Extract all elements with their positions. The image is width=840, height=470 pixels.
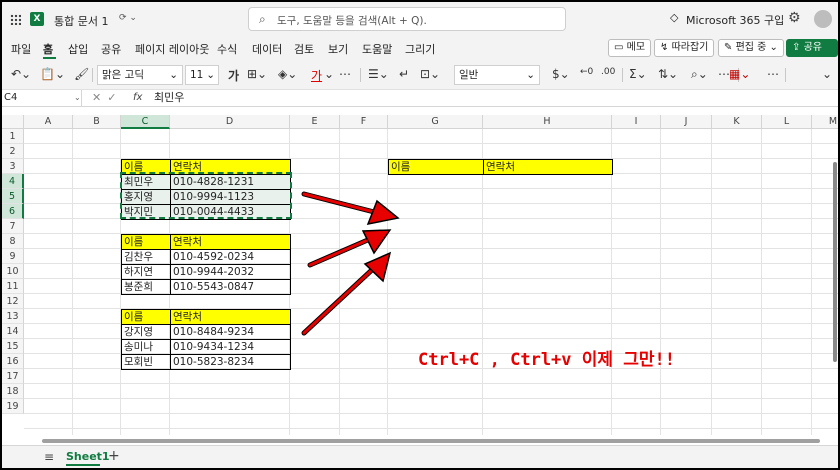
divider [92,68,93,82]
app-launcher-icon[interactable] [10,14,21,25]
tab-share[interactable]: 공유 [101,41,121,57]
tab-insert[interactable]: 삽입 [68,41,88,57]
more-options-icon[interactable]: ⋯ [767,67,779,81]
font-family-value: 맑은 고딕 [102,69,144,81]
undo-icon[interactable]: ↶⌄ [11,67,31,81]
catch-up-icon: ↯ [660,42,672,53]
share-button[interactable]: ⇪ 공유 ⌄ [786,39,838,69]
arrow-2-red [308,237,372,267]
chevron-down-icon: ⌄ [526,69,535,81]
font-color-button[interactable]: 가 [311,67,322,84]
chevron-down-icon[interactable]: ⌄ [74,90,81,106]
user-avatar[interactable] [814,10,832,28]
arrow-1-red [302,192,380,215]
divider [622,68,623,82]
pencil-icon: ✎ [724,42,736,53]
tab-draw[interactable]: 그리기 [405,41,435,57]
comments-label: 메모 [626,42,646,53]
arrowhead-1 [366,199,400,226]
settings-gear-icon[interactable]: ⚙ [788,10,801,26]
horizontal-scrollbar[interactable] [42,439,820,443]
annotation-text: Ctrl+C , Ctrl+v 이제 그만!! [418,350,676,370]
tab-formulas[interactable]: 수식 [217,41,237,57]
font-size-select[interactable]: 11 ⌄ [185,65,219,85]
tab-file[interactable]: 파일 [11,41,31,57]
chevron-down-icon: ⌄ [169,69,178,81]
currency-icon[interactable]: $⌄ [552,67,570,81]
paste-icon[interactable]: 📋⌄ [40,67,65,81]
sync-status-icon[interactable]: ⟳ ⌄ [119,13,137,23]
more-options-icon[interactable]: ⋯ [339,67,351,81]
catch-up-button[interactable]: ↯ 따라잡기 [654,39,715,57]
title-bar: X 통합 문서 1 ⟳ ⌄ ⌕ 도구, 도움말 등을 검색(Alt + Q). … [2,2,838,36]
active-sheet-indicator [66,464,100,466]
tab-review[interactable]: 검토 [294,41,314,57]
divider [785,68,786,82]
number-format-select[interactable]: 일반 ⌄ [454,65,540,85]
excel-logo-icon: X [30,12,44,26]
font-size-value: 11 [190,69,204,81]
merge-cells-icon[interactable]: ⊡⌄ [420,67,440,81]
number-format-value: 일반 [459,69,479,81]
sheet-tab-bar: ≡ Sheet1 + [2,445,838,468]
tab-data[interactable]: 데이터 [252,41,282,57]
autosum-icon[interactable]: Σ⌄ [629,67,647,81]
align-icon[interactable]: ☰⌄ [368,67,389,81]
divider [360,68,361,82]
share-icon: ⇪ [792,42,804,53]
document-title[interactable]: 통합 문서 1 [54,13,108,29]
catch-up-label: 따라잡기 [671,42,709,53]
arrow-3-red [302,266,376,335]
search-placeholder: 도구, 도움말 등을 검색(Alt + Q). [277,15,427,27]
comments-button[interactable]: ▭ 메모 [608,39,652,57]
increase-decimal-icon[interactable]: ←0 [580,67,593,77]
ribbon-tabs: 파일 홈 삽입 공유 페이지 레이아웃 수식 데이터 검토 보기 도움말 그리기… [2,36,838,69]
format-painter-icon[interactable]: 🖌 [74,67,89,81]
vertical-scrollbar[interactable] [833,162,837,362]
formula-input[interactable]: 최민우 [154,90,184,106]
sort-filter-icon[interactable]: ⇅⌄ [658,67,678,81]
name-box-value: C4 [4,92,18,103]
decrease-decimal-icon[interactable]: .00 [601,67,615,77]
diamond-icon: ◇ [670,11,679,24]
tab-page-layout[interactable]: 페이지 레이아웃 [135,41,209,57]
share-label: 공유 [803,42,822,53]
find-icon[interactable]: ⌕⌄ [691,67,708,82]
collapse-ribbon-icon[interactable]: ⌄ [822,67,832,81]
addins-icon[interactable]: ▦⌄ [729,67,750,81]
bold-button[interactable]: 가 [228,67,239,84]
tab-home[interactable]: 홈 [43,41,53,57]
borders-icon[interactable]: ⊞⌄ [247,67,267,81]
fill-color-icon[interactable]: ◈⌄ [278,67,297,81]
sheet-tab-sheet1[interactable]: Sheet1 [66,450,110,463]
tab-view[interactable]: 보기 [328,41,348,57]
font-family-select[interactable]: 맑은 고딕 ⌄ [97,65,183,85]
insert-function-icon[interactable]: fx [133,90,142,106]
add-sheet-icon[interactable]: + [108,448,120,464]
search-input[interactable]: ⌕ 도구, 도움말 등을 검색(Alt + Q). [248,7,566,31]
active-tab-indicator [43,57,56,59]
cancel-confirm-icons[interactable]: ✕✓ [92,90,122,106]
chevron-down-icon: ⌄ [766,42,778,53]
chevron-down-icon: ⌄ [206,69,215,81]
all-sheets-menu-icon[interactable]: ≡ [44,450,54,464]
comment-icon: ▭ [614,42,627,53]
editing-mode-button[interactable]: ✎ 편집 중 ⌄ [718,39,784,57]
search-icon: ⌕ [259,12,266,26]
formula-bar: C4 ⌄ ✕✓ fx 최민우 [2,90,838,107]
home-toolbar: ↶⌄ 📋⌄ 🖌 맑은 고딕 ⌄ 11 ⌄ 가 ⊞⌄ ◈⌄ 가 ⌄ ⋯ ☰⌄ ↵ ⊡⌄… [2,60,838,90]
font-color-dropdown-icon[interactable]: ⌄ [324,67,334,81]
annotation-arrows [301,191,400,336]
worksheet-grid[interactable]: ABCDEFGHIJKLM 1 2 3 4 5 6 7 8 9 10 11 12 13 14 15 16 17 1… [2,115,838,435]
editing-mode-label: 편집 중 [735,42,767,53]
excel-window: X 통합 문서 1 ⟳ ⌄ ⌕ 도구, 도움말 등을 검색(Alt + Q). … [0,0,840,470]
name-box[interactable]: C4 [2,90,82,106]
wrap-text-icon[interactable]: ↵ [399,67,409,81]
arrowhead-3 [363,251,392,283]
buy-microsoft-365-link[interactable]: Microsoft 365 구입 [686,12,784,28]
tab-help[interactable]: 도움말 [362,41,392,57]
